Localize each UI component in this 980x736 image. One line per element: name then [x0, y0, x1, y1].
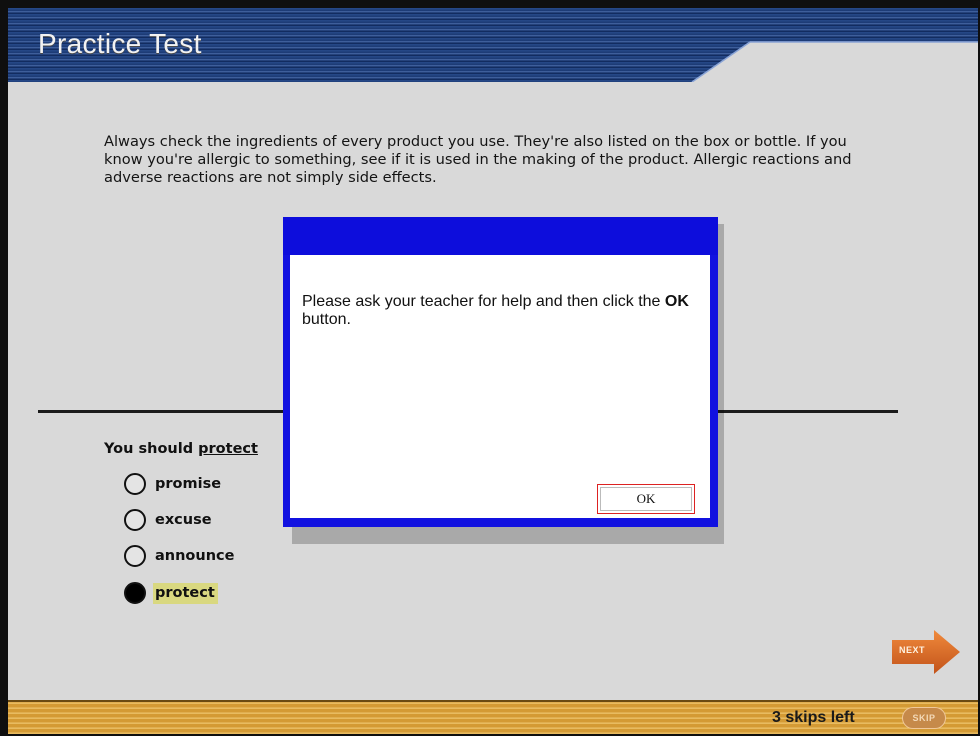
- next-label: NEXT: [899, 645, 926, 655]
- page-title: Practice Test: [38, 28, 202, 59]
- choice-promise[interactable]: promise: [124, 470, 224, 498]
- dialog-message-after: button.: [302, 311, 351, 328]
- choice-label[interactable]: promise: [153, 474, 224, 495]
- question-prefix: You should: [104, 441, 199, 457]
- dialog-message-before: Please ask your teacher for help and the…: [302, 293, 665, 310]
- header-banner: Practice Test: [8, 8, 978, 82]
- ok-button-label[interactable]: OK: [600, 487, 692, 511]
- skip-label: SKIP: [912, 713, 936, 723]
- ok-button[interactable]: OK: [597, 484, 695, 514]
- choice-excuse[interactable]: excuse: [124, 506, 215, 534]
- radio-unselected-icon[interactable]: [124, 545, 146, 567]
- choice-label-selected[interactable]: protect: [153, 582, 218, 604]
- skip-button[interactable]: SKIP: [902, 707, 946, 729]
- radio-unselected-icon[interactable]: [124, 509, 146, 531]
- radio-selected-icon[interactable]: [124, 582, 146, 604]
- help-dialog: Please ask your teacher for help and the…: [283, 217, 718, 527]
- skips-remaining: 3 skips left: [772, 709, 855, 726]
- dialog-message: Please ask your teacher for help and the…: [302, 293, 702, 329]
- next-button[interactable]: NEXT: [890, 628, 962, 676]
- dialog-body: Please ask your teacher for help and the…: [290, 255, 710, 518]
- question-prompt: You should protect: [104, 441, 258, 457]
- radio-unselected-icon[interactable]: [124, 473, 146, 495]
- choice-announce[interactable]: announce: [124, 542, 237, 570]
- dialog-titlebar: [283, 217, 718, 255]
- dialog-message-bold: OK: [664, 293, 689, 310]
- footer-bar: 3 skips left SKIP: [8, 700, 978, 734]
- reading-passage: Always check the ingredients of every pr…: [104, 133, 852, 186]
- choice-protect[interactable]: protect: [124, 579, 218, 607]
- choice-label[interactable]: excuse: [153, 510, 215, 531]
- choice-label[interactable]: announce: [153, 546, 237, 567]
- question-target-word: protect: [198, 441, 258, 457]
